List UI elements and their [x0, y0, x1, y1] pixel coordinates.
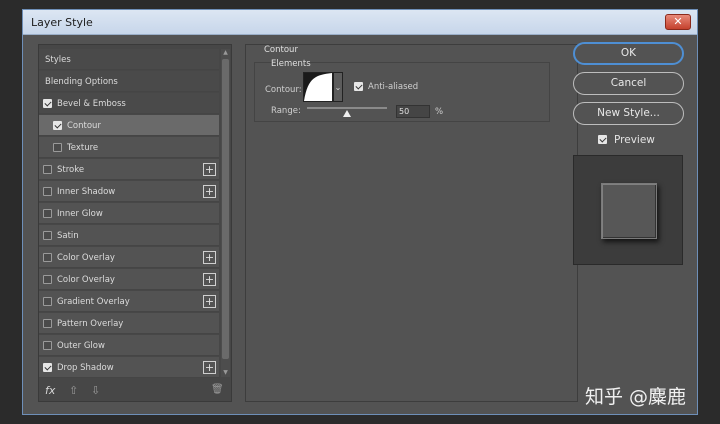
sidebar-item-label: Blending Options [45, 77, 118, 87]
close-button[interactable]: ✕ [665, 14, 691, 30]
trash-icon[interactable]: 🗑 [211, 384, 224, 395]
ok-button[interactable]: OK [573, 42, 684, 65]
anti-aliased-label: Anti-aliased [368, 82, 419, 92]
preview-label: Preview [614, 134, 655, 146]
add-effect-plus-icon[interactable]: + [203, 361, 216, 374]
styles-sidebar: Styles Blending Options Bevel & Emboss Cont… [38, 44, 232, 402]
contour-curve-icon [304, 73, 332, 101]
sidebar-checkbox-contour[interactable] [53, 121, 62, 130]
sidebar-checkbox-inner-glow[interactable] [43, 209, 52, 218]
sidebar-item-stroke[interactable]: Stroke + [39, 159, 219, 180]
sidebar-item-outer-glow[interactable]: Outer Glow [39, 335, 219, 356]
style-preview [573, 155, 683, 265]
sidebar-checkbox-bevel-emboss[interactable] [43, 99, 52, 108]
sidebar-item-label: Gradient Overlay [57, 297, 130, 307]
layer-style-dialog: Layer Style ✕ Styles Blending Options Beve… [22, 9, 698, 415]
close-icon: ✕ [673, 15, 683, 28]
fx-icon[interactable]: fx [45, 384, 55, 397]
preview-checkbox[interactable] [598, 135, 607, 144]
elements-title: Elements [271, 59, 311, 69]
elements-group: Elements Contour: ⌄ Anti-aliased Range: … [254, 59, 550, 122]
sidebar-item-label: Contour [67, 121, 101, 131]
sidebar-item-inner-glow[interactable]: Inner Glow [39, 203, 219, 224]
sidebar-checkbox-drop-shadow[interactable] [43, 363, 52, 372]
new-style-button[interactable]: New Style... [573, 102, 684, 125]
sidebar-checkbox-gradient-overlay[interactable] [43, 297, 52, 306]
sidebar-item-label: Inner Glow [57, 209, 103, 219]
sidebar-item-label: Stroke [57, 165, 85, 175]
sidebar-item-color-overlay[interactable]: Color Overlay + [39, 269, 219, 290]
sidebar-item-label: Inner Shadow [57, 187, 116, 197]
sidebar-item-color-overlay[interactable]: Color Overlay + [39, 247, 219, 268]
sidebar-item-label: Color Overlay [57, 275, 115, 285]
range-label: Range: [271, 106, 301, 116]
sidebar-item-label: Satin [57, 231, 79, 241]
scroll-down-icon[interactable]: ▼ [221, 369, 230, 377]
sidebar-checkbox-color-overlay[interactable] [43, 253, 52, 262]
sidebar-checkbox-outer-glow[interactable] [43, 341, 52, 350]
add-effect-plus-icon[interactable]: + [203, 251, 216, 264]
dialog-title: Layer Style [31, 16, 93, 29]
sidebar-item-label: Texture [67, 143, 99, 153]
sidebar-tools: fx ⇧ ⇩ 🗑 [39, 381, 231, 401]
sidebar-item-label: Outer Glow [57, 341, 105, 351]
watermark-text: 知乎 @麋鹿 [585, 386, 687, 408]
contour-dropdown[interactable]: ⌄ [333, 72, 343, 102]
sidebar-item-label: Drop Shadow [57, 363, 114, 373]
anti-aliased-checkbox[interactable] [354, 82, 363, 91]
add-effect-plus-icon[interactable]: + [203, 163, 216, 176]
sidebar-item-inner-shadow[interactable]: Inner Shadow + [39, 181, 219, 202]
style-list: Styles Blending Options Bevel & Emboss Cont… [39, 45, 219, 378]
add-effect-plus-icon[interactable]: + [203, 295, 216, 308]
cancel-button[interactable]: Cancel [573, 72, 684, 95]
sidebar-item-contour[interactable]: Contour [39, 115, 219, 136]
sidebar-item-label: Pattern Overlay [57, 319, 124, 329]
move-down-icon[interactable]: ⇩ [91, 384, 100, 397]
sidebar-checkbox-texture[interactable] [53, 143, 62, 152]
settings-panel: Contour Elements Contour: ⌄ Anti-aliased… [245, 44, 578, 402]
sidebar-item-label: Bevel & Emboss [57, 99, 126, 109]
sidebar-checkbox-pattern-overlay[interactable] [43, 319, 52, 328]
contour-curve-preview[interactable] [303, 72, 333, 102]
sidebar-item-styles[interactable]: Styles [39, 49, 219, 70]
sidebar-checkbox-stroke[interactable] [43, 165, 52, 174]
sidebar-scrollbar[interactable]: ▲ ▼ [221, 49, 230, 377]
preview-swatch [601, 183, 657, 239]
move-up-icon[interactable]: ⇧ [69, 384, 78, 397]
sidebar-item-drop-shadow[interactable]: Drop Shadow + [39, 357, 219, 378]
sidebar-checkbox-inner-shadow[interactable] [43, 187, 52, 196]
group-title: Contour [264, 45, 298, 55]
sidebar-item-satin[interactable]: Satin [39, 225, 219, 246]
scroll-thumb[interactable] [222, 59, 229, 359]
sidebar-item-gradient-overlay[interactable]: Gradient Overlay + [39, 291, 219, 312]
sidebar-item-label: Styles [45, 55, 71, 65]
sidebar-item-label: Color Overlay [57, 253, 115, 263]
range-input[interactable]: 50 [396, 105, 430, 118]
title-bar[interactable]: Layer Style ✕ [23, 10, 697, 35]
sidebar-item-texture[interactable]: Texture [39, 137, 219, 158]
sidebar-checkbox-satin[interactable] [43, 231, 52, 240]
range-slider-thumb[interactable] [343, 110, 351, 117]
sidebar-item-bevel-emboss[interactable]: Bevel & Emboss [39, 93, 219, 114]
add-effect-plus-icon[interactable]: + [203, 185, 216, 198]
scroll-up-icon[interactable]: ▲ [221, 49, 230, 57]
range-slider-track[interactable] [307, 107, 387, 109]
add-effect-plus-icon[interactable]: + [203, 273, 216, 286]
chevron-down-icon: ⌄ [334, 83, 342, 92]
sidebar-checkbox-color-overlay[interactable] [43, 275, 52, 284]
range-unit: % [435, 107, 444, 117]
contour-label: Contour: [265, 85, 302, 95]
sidebar-item-pattern-overlay[interactable]: Pattern Overlay [39, 313, 219, 334]
sidebar-item-blending-options[interactable]: Blending Options [39, 71, 219, 92]
